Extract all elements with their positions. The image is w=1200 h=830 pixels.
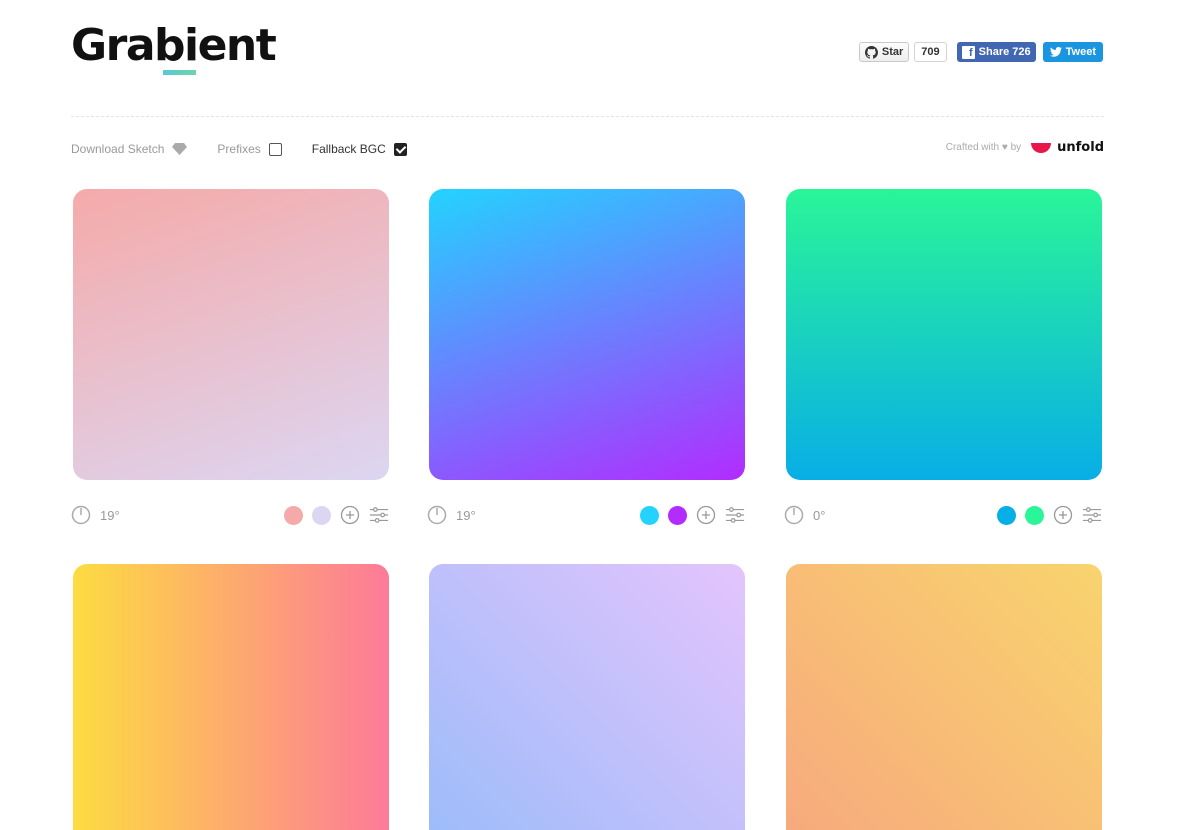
stop-controls	[284, 505, 389, 525]
download-sketch-button[interactable]: Download Sketch	[71, 142, 188, 156]
gradient-meta: 19°	[71, 503, 389, 527]
tweet-button[interactable]: Tweet	[1042, 42, 1103, 62]
fallback-bgc-toggle[interactable]: Fallback BGC	[312, 142, 407, 156]
gradient-card[interactable]	[429, 564, 745, 830]
angle-dial-icon	[427, 505, 447, 525]
unfold-brand: unfold	[1057, 140, 1104, 155]
github-star-button[interactable]: Star	[858, 42, 910, 62]
header-divider	[71, 116, 1104, 117]
github-icon	[864, 45, 878, 59]
facebook-icon: f	[961, 45, 975, 59]
add-stop-button[interactable]	[696, 505, 716, 525]
stop-controls	[997, 505, 1102, 525]
toolbar: Download Sketch Prefixes Fallback BGC	[71, 142, 437, 156]
angle-dial-icon	[71, 505, 91, 525]
crafted-label: Crafted with ♥ by	[945, 142, 1022, 153]
prefixes-label: Prefixes	[217, 142, 261, 156]
adjust-button[interactable]	[725, 505, 745, 525]
angle-control[interactable]: 0°	[784, 505, 825, 525]
credit: Crafted with ♥ by unfold	[946, 140, 1104, 155]
plus-circle-icon	[1053, 505, 1073, 525]
stop-controls	[640, 505, 745, 525]
angle-value: 0°	[813, 507, 826, 523]
angle-value: 19°	[456, 507, 476, 523]
color-stop-swatch[interactable]	[668, 505, 687, 525]
gradient-meta: 0°	[784, 503, 1102, 527]
angle-control[interactable]: 19°	[427, 505, 476, 525]
download-sketch-label: Download Sketch	[71, 142, 165, 156]
twitter-icon	[1049, 47, 1062, 57]
social-buttons: Star 709 f Share 726 Tweet	[858, 42, 1103, 62]
facebook-share-button[interactable]: f Share 726	[956, 42, 1036, 62]
adjust-button[interactable]	[1082, 505, 1102, 525]
gradient-card[interactable]	[429, 189, 745, 480]
gradient-meta: 19°	[427, 503, 745, 527]
logo[interactable]: Grabient	[71, 22, 277, 70]
sliders-icon	[725, 507, 745, 523]
plus-circle-icon	[340, 505, 360, 525]
color-stop-swatch[interactable]	[284, 505, 303, 525]
adjust-button[interactable]	[369, 505, 389, 525]
tweet-label: Tweet	[1065, 46, 1096, 58]
fallback-bgc-checkbox[interactable]	[393, 142, 407, 156]
plus-circle-icon	[696, 505, 716, 525]
color-stop-swatch[interactable]	[1025, 505, 1044, 525]
color-stop-swatch[interactable]	[997, 505, 1016, 525]
gradient-card[interactable]	[786, 189, 1102, 480]
gradient-card[interactable]	[73, 564, 389, 830]
unfold-logo-icon	[1031, 142, 1052, 153]
prefixes-toggle[interactable]: Prefixes	[217, 142, 282, 156]
facebook-share-label: Share 726	[978, 46, 1031, 58]
unfold-link[interactable]: unfold	[1031, 140, 1104, 155]
gradient-card[interactable]	[786, 564, 1102, 830]
logo-underline	[163, 70, 196, 75]
gradient-card[interactable]	[73, 189, 389, 480]
sketch-diamond-icon	[172, 143, 188, 155]
angle-dial-icon	[784, 505, 804, 525]
angle-value: 19°	[100, 507, 120, 523]
add-stop-button[interactable]	[340, 505, 360, 525]
add-stop-button[interactable]	[1053, 505, 1073, 525]
color-stop-swatch[interactable]	[312, 505, 331, 525]
color-stop-swatch[interactable]	[640, 505, 659, 525]
sliders-icon	[369, 507, 389, 523]
prefixes-checkbox[interactable]	[268, 142, 282, 156]
github-star-count[interactable]: 709	[914, 42, 947, 62]
github-star-label: Star	[881, 46, 904, 58]
fallback-bgc-label: Fallback BGC	[311, 142, 386, 156]
angle-control[interactable]: 19°	[71, 505, 120, 525]
sliders-icon	[1082, 507, 1102, 523]
